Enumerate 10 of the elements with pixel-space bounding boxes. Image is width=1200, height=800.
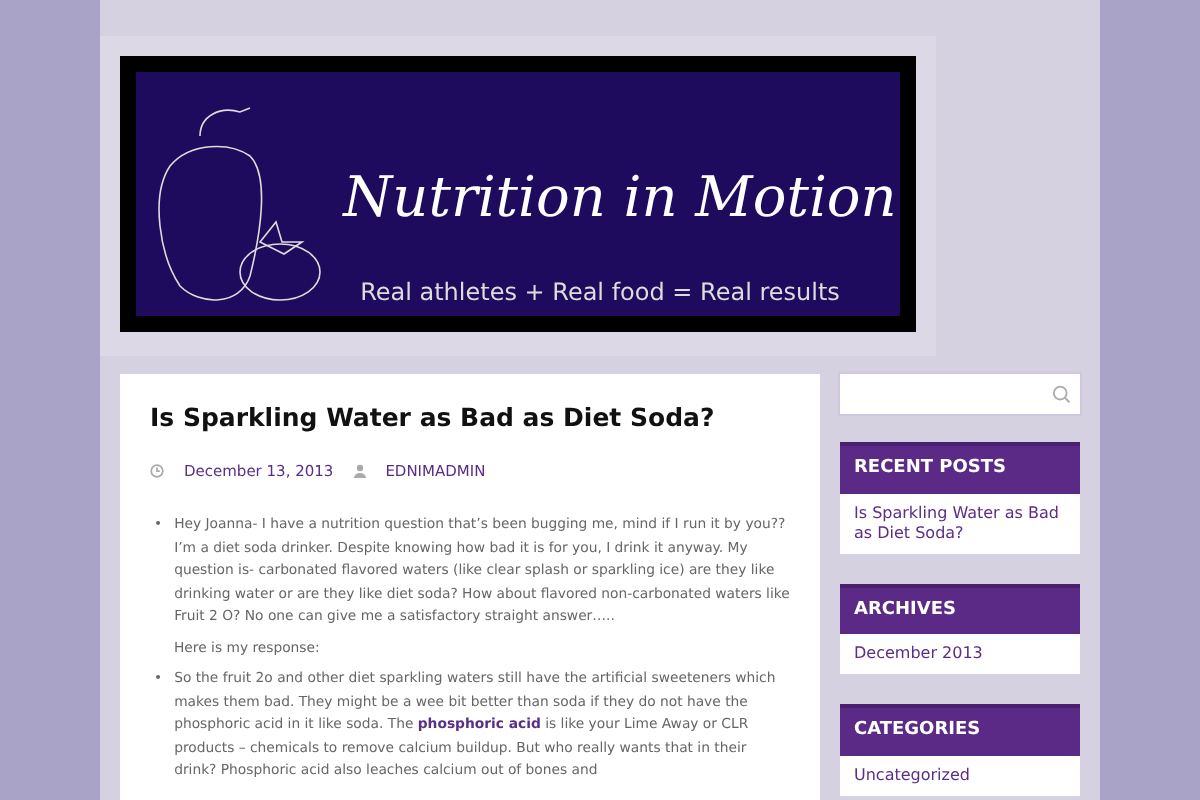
post-title: Is Sparkling Water as Bad as Diet Soda? [150, 402, 717, 432]
search-field[interactable] [840, 374, 1080, 414]
banner-tagline: Real athletes + Real food = Real results [360, 278, 840, 306]
search-icon[interactable] [1051, 384, 1070, 404]
widget-heading: ARCHIVES [840, 583, 1080, 634]
person-icon [353, 464, 366, 479]
widget-heading: RECENT POSTS [840, 442, 1080, 493]
clock-icon [150, 464, 164, 479]
widget-heading: CATEGORIES [840, 704, 1080, 755]
banner-title: Nutrition in Motion [343, 164, 897, 230]
